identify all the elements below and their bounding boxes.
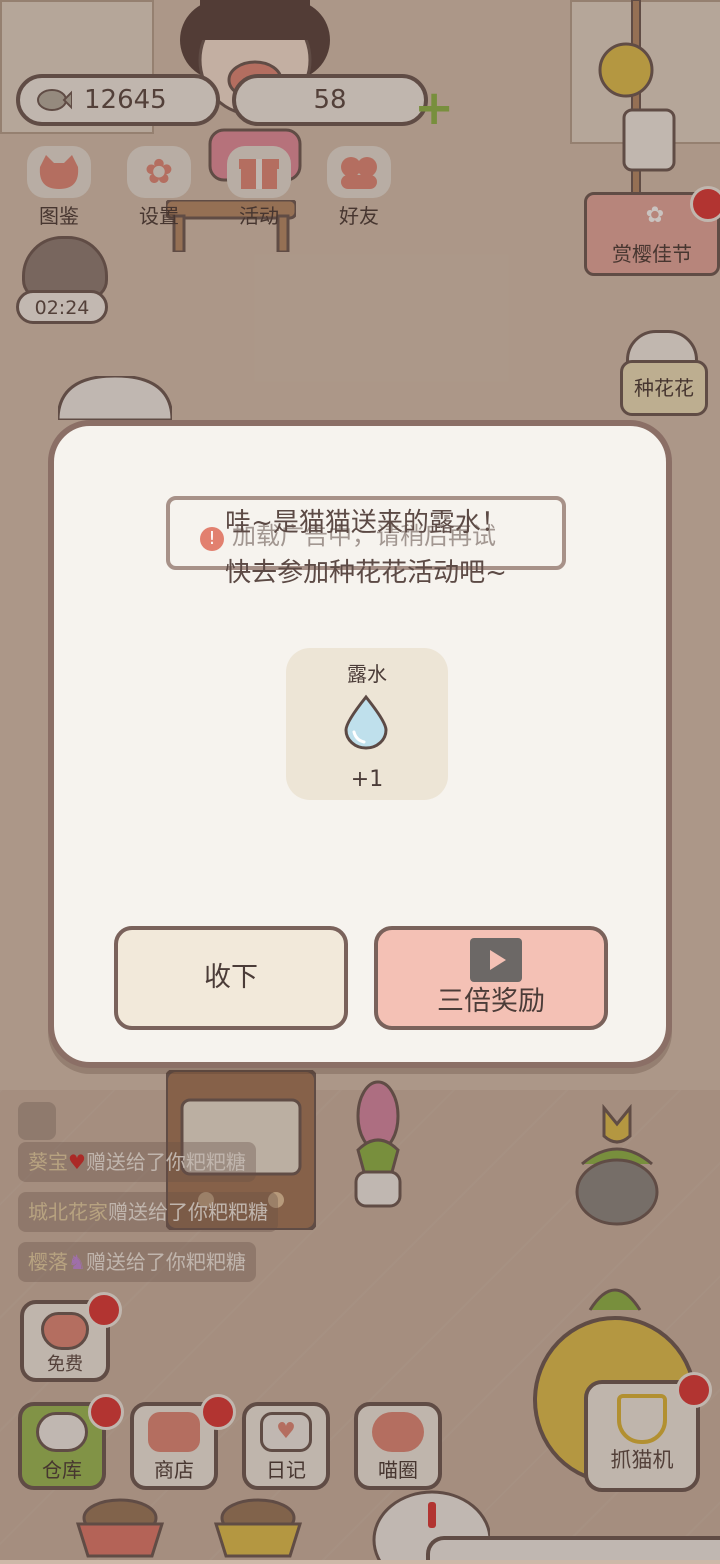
video-icon xyxy=(470,938,522,982)
reward-dialog: 哇~是猫猫送来的露水！ ! 加载广告中，请稍后再试 快去参加种花花活动吧~ 露水 … xyxy=(48,420,672,1068)
reward-item-card: 露水 +1 xyxy=(286,648,448,800)
dialog-message-line2: 快去参加种花花活动吧~ xyxy=(225,558,507,588)
accept-button[interactable]: 收下 xyxy=(114,926,348,1030)
reward-name: 露水 xyxy=(347,662,387,686)
warning-icon: ! xyxy=(200,527,224,551)
ad-loading-message: 加载广告中，请稍后再试 xyxy=(232,522,496,550)
dewdrop-icon xyxy=(344,694,388,750)
reward-amount: +1 xyxy=(350,767,384,792)
triple-reward-button[interactable]: 三倍奖励 xyxy=(374,926,608,1030)
ad-loading-text: ! 加载广告中，请稍后再试 xyxy=(200,516,496,551)
triple-reward-label: 三倍奖励 xyxy=(437,986,545,1017)
